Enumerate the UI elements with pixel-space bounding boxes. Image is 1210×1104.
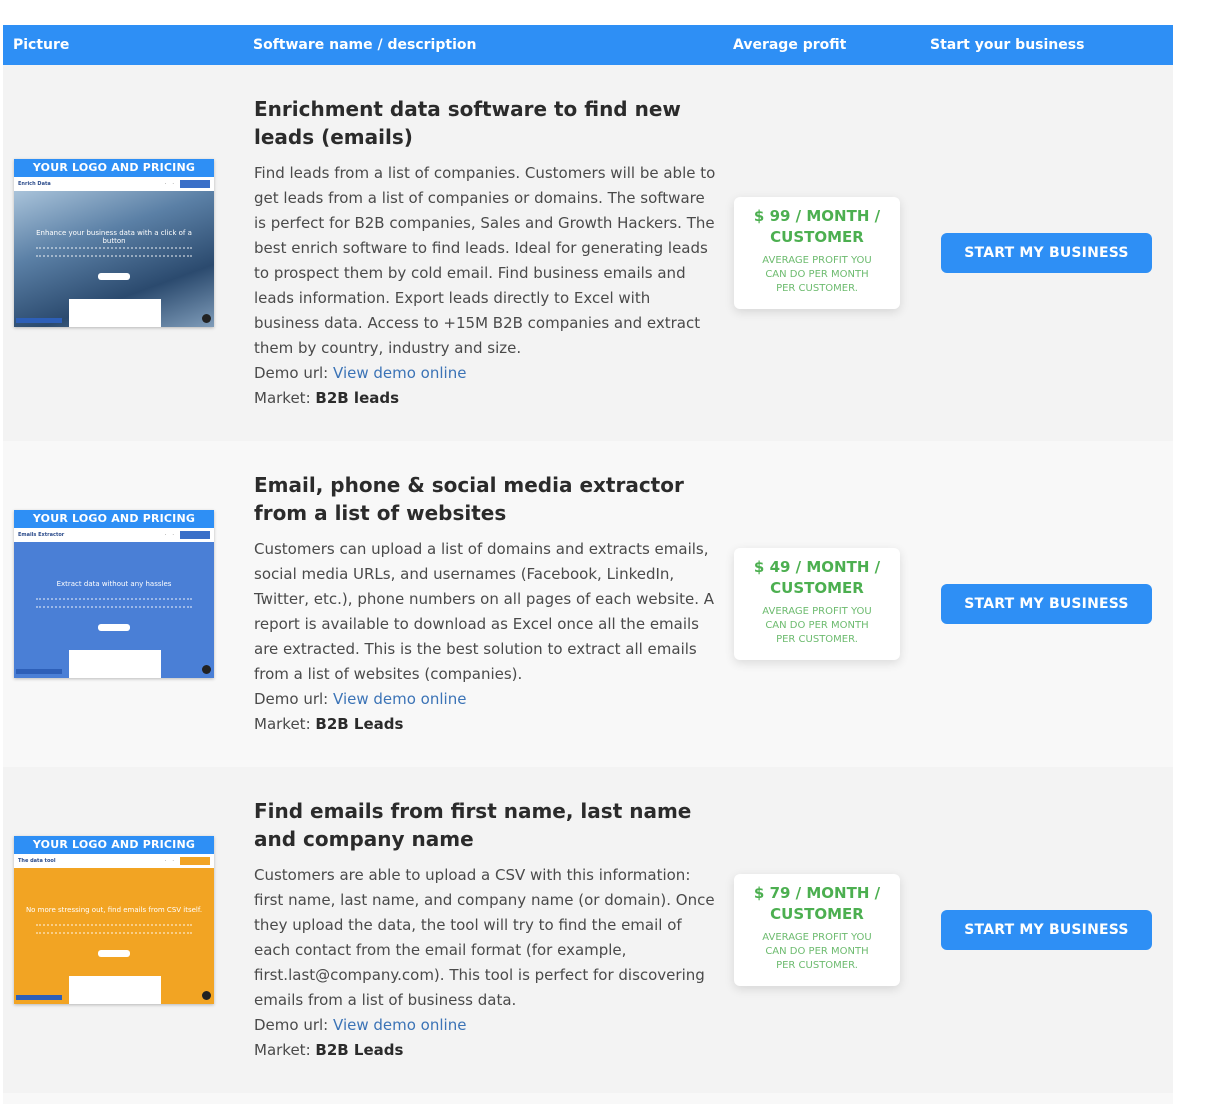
demo-url: Demo url: View demo online bbox=[254, 361, 466, 386]
screenshot-brand: Emails Extractor bbox=[18, 532, 65, 538]
table-row: YOUR LOGO AND PRICING The data tool · · … bbox=[3, 767, 1173, 1093]
market-label: Market: bbox=[254, 715, 311, 733]
header-profit: Average profit bbox=[733, 37, 847, 53]
market: Market: B2B Leads bbox=[254, 1038, 403, 1063]
profit-note: AVERAGE PROFIT YOU CAN DO PER MONTH PER … bbox=[762, 932, 872, 971]
screenshot-tag bbox=[16, 995, 62, 1000]
screenshot-hero-subtitle bbox=[36, 598, 192, 608]
screenshot-brand: Enrich Data bbox=[18, 181, 51, 187]
screenshot-navlink: · bbox=[164, 858, 167, 864]
software-description: Find leads from a list of companies. Cus… bbox=[254, 164, 716, 357]
demo-url: Demo url: View demo online bbox=[254, 1013, 466, 1038]
screenshot-register-card bbox=[69, 976, 161, 1004]
screenshot-navbar: Enrich Data · · bbox=[14, 177, 214, 191]
software-title: Email, phone & social media extractor fr… bbox=[254, 473, 684, 525]
view-demo-link[interactable]: View demo online bbox=[333, 364, 466, 382]
profit-note: AVERAGE PROFIT YOU CAN DO PER MONTH PER … bbox=[762, 255, 872, 294]
software-description: Customers can upload a list of domains a… bbox=[254, 540, 715, 683]
screenshot-hero: No more stressing out, find emails from … bbox=[14, 868, 214, 1004]
market-value: B2B Leads bbox=[315, 715, 404, 733]
screenshot-hero: Enhance your business data with a click … bbox=[14, 191, 214, 327]
screenshot-register-card bbox=[69, 299, 161, 327]
market-label: Market: bbox=[254, 1041, 311, 1059]
chat-bubble-icon bbox=[202, 665, 211, 674]
profit-amount: $ 79 / MONTH / CUSTOMER bbox=[753, 884, 881, 923]
header-start: Start your business bbox=[930, 37, 1085, 53]
logo-pricing-banner: YOUR LOGO AND PRICING bbox=[14, 836, 214, 854]
start-my-business-button[interactable]: START MY BUSINESS bbox=[941, 584, 1152, 624]
screenshot-hero-title: Enhance your business data with a click … bbox=[36, 229, 192, 245]
screenshot-navlink: · bbox=[172, 858, 174, 864]
chat-bubble-icon bbox=[202, 991, 211, 1000]
start-my-business-button[interactable]: START MY BUSINESS bbox=[941, 910, 1152, 950]
screenshot-nav-button bbox=[180, 531, 210, 539]
screenshot-navlink: · bbox=[172, 532, 174, 538]
screenshot-hero-button bbox=[98, 624, 130, 631]
market-label: Market: bbox=[254, 389, 311, 407]
header-software: Software name / description bbox=[253, 37, 477, 53]
screenshot-hero-button bbox=[98, 950, 130, 957]
header-picture: Picture bbox=[13, 37, 70, 53]
screenshot-navbar: The data tool · · bbox=[14, 854, 214, 868]
screenshot-hero-title: Extract data without any hassles bbox=[56, 580, 172, 588]
profit-card: $ 49 / MONTH / CUSTOMER AVERAGE PROFIT Y… bbox=[734, 548, 900, 660]
screenshot-hero-subtitle bbox=[36, 924, 192, 934]
demo-url-label: Demo url: bbox=[254, 364, 329, 382]
software-description: Customers are able to upload a CSV with … bbox=[254, 866, 715, 1009]
screenshot-hero-button bbox=[98, 273, 130, 280]
table-row: YOUR LOGO AND PRICING Emails Extractor ·… bbox=[3, 441, 1173, 767]
demo-url-label: Demo url: bbox=[254, 1016, 329, 1034]
software-title: Enrichment data software to find new lea… bbox=[254, 97, 681, 149]
screenshot-tag bbox=[16, 318, 62, 323]
logo-pricing-banner: YOUR LOGO AND PRICING bbox=[14, 510, 214, 528]
software-table: Picture Software name / description Aver… bbox=[3, 25, 1173, 1104]
profit-card: $ 99 / MONTH / CUSTOMER AVERAGE PROFIT Y… bbox=[734, 197, 900, 309]
screenshot-register-card bbox=[69, 650, 161, 678]
screenshot-tag bbox=[16, 669, 62, 674]
market: Market: B2B Leads bbox=[254, 712, 403, 737]
market-value: B2B leads bbox=[315, 389, 400, 407]
screenshot-navbar: Emails Extractor · · bbox=[14, 528, 214, 542]
product-screenshot: YOUR LOGO AND PRICING The data tool · · … bbox=[14, 836, 214, 1004]
chat-bubble-icon bbox=[202, 314, 211, 323]
product-screenshot: YOUR LOGO AND PRICING Emails Extractor ·… bbox=[14, 510, 214, 678]
software-title: Find emails from first name, last name a… bbox=[254, 799, 692, 851]
screenshot-hero: Extract data without any hassles bbox=[14, 542, 214, 678]
profit-amount: $ 99 / MONTH / CUSTOMER bbox=[753, 207, 881, 246]
start-my-business-button[interactable]: START MY BUSINESS bbox=[941, 233, 1152, 273]
profit-card: $ 79 / MONTH / CUSTOMER AVERAGE PROFIT Y… bbox=[734, 874, 900, 986]
table-row bbox=[3, 1093, 1173, 1104]
screenshot-nav-button bbox=[180, 180, 210, 188]
screenshot-navlink: · bbox=[172, 181, 174, 187]
view-demo-link[interactable]: View demo online bbox=[333, 690, 466, 708]
market-value: B2B Leads bbox=[315, 1041, 404, 1059]
logo-pricing-banner: YOUR LOGO AND PRICING bbox=[14, 159, 214, 177]
profit-amount: $ 49 / MONTH / CUSTOMER bbox=[753, 558, 881, 597]
screenshot-navlink: · bbox=[164, 181, 167, 187]
view-demo-link[interactable]: View demo online bbox=[333, 1016, 466, 1034]
demo-url-label: Demo url: bbox=[254, 690, 329, 708]
profit-note: AVERAGE PROFIT YOU CAN DO PER MONTH PER … bbox=[762, 606, 872, 645]
table-row: YOUR LOGO AND PRICING Enrich Data · · En… bbox=[3, 65, 1173, 441]
screenshot-nav-button bbox=[180, 857, 210, 865]
market: Market: B2B leads bbox=[254, 386, 399, 411]
screenshot-navlink: · bbox=[164, 532, 167, 538]
screenshot-hero-title: No more stressing out, find emails from … bbox=[25, 906, 203, 914]
demo-url: Demo url: View demo online bbox=[254, 687, 466, 712]
product-screenshot: YOUR LOGO AND PRICING Enrich Data · · En… bbox=[14, 159, 214, 327]
screenshot-hero-subtitle bbox=[36, 247, 192, 257]
screenshot-brand: The data tool bbox=[18, 858, 56, 864]
table-header: Picture Software name / description Aver… bbox=[3, 25, 1173, 65]
